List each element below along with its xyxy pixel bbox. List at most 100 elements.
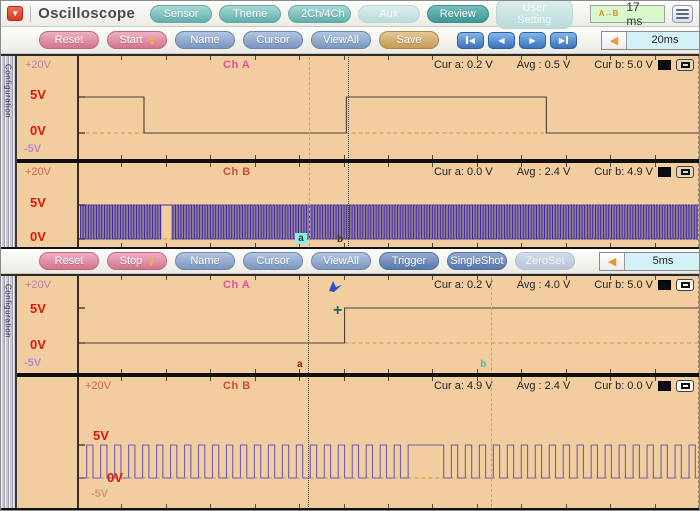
channel-b-plot [77, 377, 699, 508]
top-toolbar: ▼ Oscilloscope Sensor Theme 2Ch/4Ch Aux … [1, 1, 699, 29]
ab-arrows-icon: A↔B [598, 8, 619, 18]
channel-display-toggle-icon[interactable] [676, 380, 694, 392]
tab-theme[interactable]: Theme [219, 4, 282, 23]
start-stepper-icon[interactable] [148, 35, 155, 45]
axis-minus5v-label: -5V [24, 143, 42, 155]
timebase-decrease-icon[interactable]: ◀ [600, 252, 624, 270]
axis-minus5v-label: -5V [91, 488, 109, 500]
channel-display-toggle-icon[interactable] [676, 279, 694, 291]
tab-review[interactable]: Review [426, 4, 489, 23]
tab-aux[interactable]: Aux [357, 4, 420, 23]
axis-5v-label: 5V [93, 428, 109, 443]
channel-color-swatch-icon[interactable] [658, 381, 671, 391]
cursor-a-readout: Cur a: 0.0 V [433, 166, 493, 178]
scope2-timebase-value[interactable]: 5ms [624, 252, 699, 270]
cursor-b-label: b [337, 234, 344, 245]
avg-readout: Avg : 0.5 V [516, 59, 571, 71]
axis-top-label: +20V [25, 166, 51, 178]
scope2-toolbar: Reset Stop Name Cursor ViewAll Trigger S… [1, 249, 699, 274]
cursor-a-label: a [295, 233, 308, 244]
channel-a-name: Ch A [223, 279, 251, 291]
cursor-a-line[interactable] [309, 57, 311, 246]
channel-divider [17, 373, 699, 377]
axis-0v-label: 0V [30, 229, 46, 244]
scope2-cursor-button[interactable]: Cursor [243, 252, 303, 270]
cursor-b-label: b [480, 359, 487, 370]
channel-color-swatch-icon[interactable] [658, 167, 671, 177]
cursor-b-readout: Cur b: 5.0 V [594, 279, 653, 291]
tab-sensor[interactable]: Sensor [150, 4, 213, 23]
nav-next-button[interactable]: ▶ [519, 31, 546, 49]
ab-interval-readout: A↔B 17 ms [589, 1, 665, 28]
scope1-timebase-control: ◀ 20ms ▶ [601, 30, 699, 50]
scope1-panel: Configuration +20V Ch A Cur a: 0.2 V Avg… [1, 54, 699, 249]
tab-user-setting[interactable]: User Setting [495, 1, 573, 29]
cursor-b-readout: Cur b: 4.9 V [594, 166, 653, 178]
scope2-zeroset-button[interactable]: ZeroSet [515, 252, 575, 270]
nav-first-button[interactable]: ◀ [457, 31, 484, 49]
scope2-viewall-button[interactable]: ViewAll [311, 252, 371, 270]
toolbar-divider [30, 5, 32, 22]
axis-minus5v-label: -5V [24, 357, 42, 369]
axis-5v-label: 5V [30, 301, 46, 316]
channel-color-swatch-icon[interactable] [658, 280, 671, 290]
axis-0v-label: 0V [30, 123, 46, 138]
scope2-channel-a-strip: +20V Ch A Cur a: 0.2 V Avg : 4.0 V Cur b… [17, 276, 699, 373]
scope2-configuration-handle[interactable]: Configuration [1, 276, 17, 508]
scope1-save-button[interactable]: Save [379, 31, 439, 49]
scope2-channel-b-strip: +20V Ch B Cur a: 4.9 V Avg : 2.4 V Cur b… [17, 377, 699, 508]
channel-divider [17, 159, 699, 163]
cursor-a-line[interactable] [307, 277, 309, 507]
stop-stepper-icon[interactable] [148, 256, 155, 266]
axis-0v-label: 0V [30, 337, 46, 352]
ab-interval-value: 17 ms [626, 0, 643, 28]
app-title: Oscilloscope [38, 5, 136, 22]
channel-display-toggle-icon[interactable] [676, 166, 694, 178]
cursor-b-readout: Cur b: 5.0 V [594, 59, 653, 71]
axis-0v-label: 0V [107, 470, 123, 485]
scope2-stop-button[interactable]: Stop [107, 252, 167, 270]
cursor-a-readout: Cur a: 0.2 V [433, 279, 493, 291]
scope2-trigger-button[interactable]: Trigger [379, 252, 439, 270]
axis-5v-label: 5V [30, 87, 46, 102]
channel-a-name: Ch A [223, 59, 251, 71]
scope2-singleshot-button[interactable]: SingleShot [447, 252, 507, 270]
scope2-reset-button[interactable]: Reset [39, 252, 99, 270]
scope1-toolbar: Reset Start Name Cursor ViewAll Save ◀ ◀… [1, 27, 699, 54]
channel-a-plot [77, 56, 699, 159]
menu-dropdown-icon[interactable]: ▼ [7, 6, 24, 21]
scope2-panel: Configuration +20V Ch A Cur a: 0.2 V Avg… [1, 274, 699, 510]
avg-readout: Avg : 2.4 V [516, 166, 571, 178]
cursor-b-readout: Cur b: 0.0 V [594, 380, 653, 392]
scope1-start-button[interactable]: Start [107, 31, 167, 49]
scope1-name-button[interactable]: Name [175, 31, 235, 49]
scope1-cursor-button[interactable]: Cursor [243, 31, 303, 49]
oscilloscope-app: ▼ Oscilloscope Sensor Theme 2Ch/4Ch Aux … [0, 0, 700, 511]
nav-prev-button[interactable]: ◀ [488, 31, 515, 49]
cursor-a-label: a [296, 359, 303, 370]
scope1-configuration-handle[interactable]: Configuration [1, 56, 17, 247]
cursor-a-readout: Cur a: 0.2 V [433, 59, 493, 71]
scope1-viewall-button[interactable]: ViewAll [311, 31, 371, 49]
scope2-name-button[interactable]: Name [175, 252, 235, 270]
layout-toggle-icon[interactable] [671, 4, 693, 23]
scope1-nav-group: ◀ ◀ ▶ ▶ [457, 31, 577, 49]
scope1-channel-a-strip: +20V Ch A Cur a: 0.2 V Avg : 0.5 V Cur b… [17, 56, 699, 159]
cursor-b-line[interactable] [348, 57, 350, 246]
nav-last-button[interactable]: ▶ [550, 31, 577, 49]
timebase-decrease-icon[interactable]: ◀ [602, 31, 626, 49]
avg-readout: Avg : 2.4 V [516, 380, 571, 392]
scope1-reset-button[interactable]: Reset [39, 31, 99, 49]
trigger-marker-icon[interactable] [329, 281, 343, 293]
scope2-timebase-control: ◀ 5ms ▶ [599, 251, 699, 271]
channel-display-toggle-icon[interactable] [676, 59, 694, 71]
scope1-channel-b-strip: +20V Ch B Cur a: 0.0 V Avg : 2.4 V Cur b… [17, 163, 699, 247]
tab-channels[interactable]: 2Ch/4Ch [288, 4, 351, 23]
axis-top-label: +20V [25, 279, 51, 291]
axis-5v-label: 5V [30, 195, 46, 210]
trigger-level-cross-icon[interactable]: + [333, 302, 342, 320]
cursor-b-line[interactable] [491, 277, 493, 507]
scope1-timebase-value[interactable]: 20ms [626, 31, 699, 49]
channel-color-swatch-icon[interactable] [658, 60, 671, 70]
axis-top-label: +20V [85, 380, 111, 392]
